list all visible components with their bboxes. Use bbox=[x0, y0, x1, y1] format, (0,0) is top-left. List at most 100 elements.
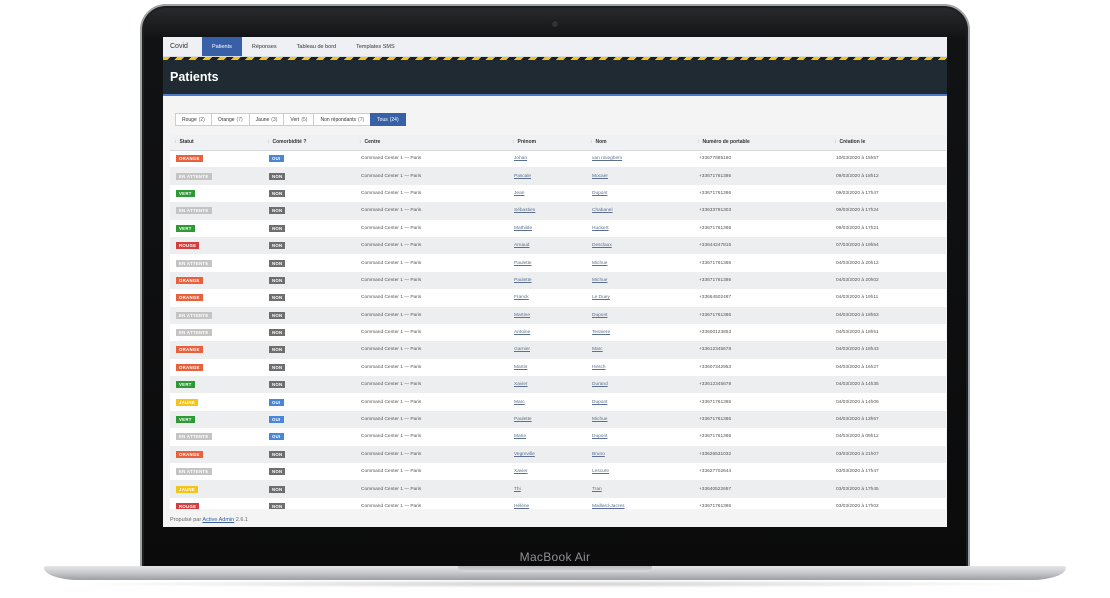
lastname-cell: Marc bbox=[586, 341, 693, 359]
nav-item-templates-sms[interactable]: Templates SMS bbox=[346, 37, 405, 56]
lastname-link[interactable]: Desclaux bbox=[592, 243, 612, 248]
table-row[interactable]: ORANGE OUI Command Center 1 — Paris Johan va… bbox=[170, 150, 946, 168]
column-header[interactable]: ↕ Comorbidité ? bbox=[263, 135, 355, 151]
status-badge: VERT bbox=[176, 381, 195, 389]
site-title[interactable]: Covid bbox=[163, 37, 202, 56]
column-header[interactable]: ↕ Prénom bbox=[508, 135, 586, 151]
firstname-link[interactable]: Martine bbox=[514, 313, 530, 318]
lastname-link[interactable]: Dupont bbox=[592, 434, 607, 439]
created-cell: 03/03/2020 à 17h45 bbox=[830, 480, 946, 498]
sort-icon: ↕ bbox=[590, 139, 593, 146]
column-header[interactable]: ↕ Nom bbox=[586, 135, 693, 151]
column-header[interactable]: ↕ Création le bbox=[830, 135, 946, 151]
lastname-cell: Hirsch bbox=[586, 358, 693, 377]
created-cell: 04/03/2020 à 09h12 bbox=[830, 428, 946, 446]
table-row[interactable]: ROUGE NON Command Center 1 — Paris Arnaud De… bbox=[170, 236, 946, 255]
firstname-cell: Mathilde bbox=[508, 219, 586, 237]
firstname-link[interactable]: Martin bbox=[514, 365, 527, 370]
table-row[interactable]: ORANGE NON Command Center 1 — Paris Paulett… bbox=[170, 271, 946, 290]
firstname-link[interactable]: Antoine bbox=[514, 330, 530, 335]
scope-filter[interactable]: Vert (5) bbox=[283, 113, 315, 126]
scope-filter[interactable]: Rouge (2) bbox=[175, 113, 212, 126]
scope-filter[interactable]: Non répondants (7) bbox=[313, 113, 372, 126]
firstname-link[interactable]: Xavier bbox=[514, 382, 528, 387]
firstname-link[interactable]: Jean bbox=[514, 191, 524, 196]
firstname-link[interactable]: Mathilde bbox=[514, 226, 532, 231]
table-row[interactable]: VERT NON Command Center 1 — Paris Xavier Dur… bbox=[170, 376, 946, 394]
status-cell: EN ATTENTE bbox=[170, 254, 263, 272]
lastname-link[interactable]: Dupont bbox=[592, 313, 607, 318]
firstname-link[interactable]: Xavier bbox=[514, 469, 528, 474]
lastname-link[interactable]: Hirsch bbox=[592, 365, 606, 370]
comorbidity-badge: NON bbox=[269, 224, 286, 232]
table-row[interactable]: VERT OUI Command Center 1 — Paris Paulette M… bbox=[170, 410, 946, 429]
lastname-link[interactable]: Dupont bbox=[592, 400, 607, 405]
firstname-link[interactable]: Garnier bbox=[514, 347, 530, 352]
comorbidity-cell: NON bbox=[263, 236, 355, 255]
table-row[interactable]: EN ATTENTE NON Command Center 1 — Paris Mar… bbox=[170, 306, 946, 324]
lastname-link[interactable]: van nnieghem bbox=[592, 156, 622, 161]
table-row[interactable]: EN ATTENTE NON Command Center 1 — Paris Xav… bbox=[170, 463, 946, 481]
column-header[interactable]: ↕ Statut bbox=[170, 135, 263, 151]
lastname-link[interactable]: Marc bbox=[592, 347, 603, 352]
firstname-link[interactable]: Thi bbox=[514, 487, 521, 492]
lastname-link[interactable]: Tesniere bbox=[592, 330, 610, 335]
lastname-link[interactable]: Huckert bbox=[592, 226, 609, 231]
lastname-link[interactable]: Michue bbox=[592, 278, 607, 283]
table-row[interactable]: JAUNE OUI Command Center 1 — Paris Marc Dupo… bbox=[170, 393, 946, 411]
firstname-link[interactable]: Sébastien bbox=[514, 208, 535, 213]
firstname-link[interactable]: Marc bbox=[514, 400, 525, 405]
nav-item-tableau-de-bord[interactable]: Tableau de bord bbox=[287, 37, 346, 56]
firstname-link[interactable]: Hélène bbox=[514, 504, 529, 509]
firstname-link[interactable]: Paulette bbox=[514, 261, 532, 266]
comorbidity-badge: NON bbox=[269, 346, 286, 354]
lastname-link[interactable]: Durand bbox=[592, 382, 608, 387]
column-header-label: Numéro de portable bbox=[702, 139, 750, 146]
table-row[interactable]: VERT NON Command Center 1 — Paris Mathilde H… bbox=[170, 219, 946, 237]
lastname-link[interactable]: Chabanel bbox=[592, 208, 613, 213]
lastname-link[interactable]: Tran bbox=[592, 487, 602, 492]
table-row[interactable]: JAUNE NON Command Center 1 — Paris Thi Tran +… bbox=[170, 480, 946, 498]
lastname-link[interactable]: Michue bbox=[592, 417, 607, 422]
firstname-link[interactable]: Johan bbox=[514, 156, 527, 161]
firstname-link[interactable]: Pascale bbox=[514, 174, 531, 179]
nav-item-patients[interactable]: Patients bbox=[202, 37, 242, 56]
lastname-link[interactable]: Lescure bbox=[592, 469, 609, 474]
lastname-link[interactable]: Dupont bbox=[592, 191, 607, 196]
firstname-link[interactable]: Arnaud bbox=[514, 243, 529, 248]
table-row[interactable]: EN ATTENTE OUI Command Center 1 — Paris Mar… bbox=[170, 428, 946, 446]
created-cell: 04/03/2020 à 19h11 bbox=[830, 289, 946, 307]
firstname-link[interactable]: Vegreville bbox=[514, 452, 535, 457]
table-row[interactable]: ORANGE NON Command Center 1 — Paris Martin H… bbox=[170, 358, 946, 377]
scope-filter[interactable]: Jaune (3) bbox=[248, 113, 285, 126]
lastname-link[interactable]: Bruno bbox=[592, 452, 605, 457]
table-row[interactable]: EN ATTENTE NON Command Center 1 — Paris Pau… bbox=[170, 254, 946, 272]
firstname-link[interactable]: Franck bbox=[514, 295, 529, 300]
firstname-link[interactable]: Paulette bbox=[514, 278, 532, 283]
table-row[interactable]: VERT NON Command Center 1 — Paris Jean Dupon… bbox=[170, 184, 946, 203]
table-row[interactable]: ROUGE NON Command Center 1 — Paris Hélène Ma… bbox=[170, 497, 946, 509]
firstname-link[interactable]: Marie bbox=[514, 434, 526, 439]
comorbidity-badge: NON bbox=[269, 294, 286, 302]
lastname-link[interactable]: Mocaer bbox=[592, 174, 608, 179]
table-row[interactable]: EN ATTENTE NON Command Center 1 — Paris Ant… bbox=[170, 323, 946, 342]
lastname-link[interactable]: Maillard-Jacres bbox=[592, 504, 625, 509]
table-row[interactable]: EN ATTENTE NON Command Center 1 — Paris Pas… bbox=[170, 167, 946, 185]
nav-item-réponses[interactable]: Réponses bbox=[242, 37, 287, 56]
scope-filter[interactable]: Tous (24) bbox=[370, 113, 406, 126]
table-row[interactable]: ORANGE NON Command Center 1 — Paris Franck L… bbox=[170, 289, 946, 307]
lastname-link[interactable]: Le Duey bbox=[592, 295, 610, 300]
status-badge: JAUNE bbox=[176, 398, 199, 406]
column-header[interactable]: ↕ Centre bbox=[355, 135, 508, 151]
firstname-link[interactable]: Paulette bbox=[514, 417, 532, 422]
status-badge: ORANGE bbox=[176, 294, 203, 302]
active-admin-link[interactable]: Active Admin bbox=[202, 517, 234, 523]
scope-filter[interactable]: Orange (7) bbox=[210, 113, 250, 126]
lastname-link[interactable]: Michue bbox=[592, 261, 607, 266]
phone-cell: +33671761386 bbox=[693, 184, 830, 203]
table-row[interactable]: EN ATTENTE NON Command Center 1 — Paris Séb… bbox=[170, 202, 946, 220]
comorbidity-badge: NON bbox=[269, 450, 286, 458]
column-header[interactable]: ↕ Numéro de portable bbox=[693, 135, 830, 151]
table-row[interactable]: ORANGE NON Command Center 1 — Paris Vegrevi… bbox=[170, 445, 946, 464]
table-row[interactable]: ORANGE NON Command Center 1 — Paris Garnier… bbox=[170, 341, 946, 359]
